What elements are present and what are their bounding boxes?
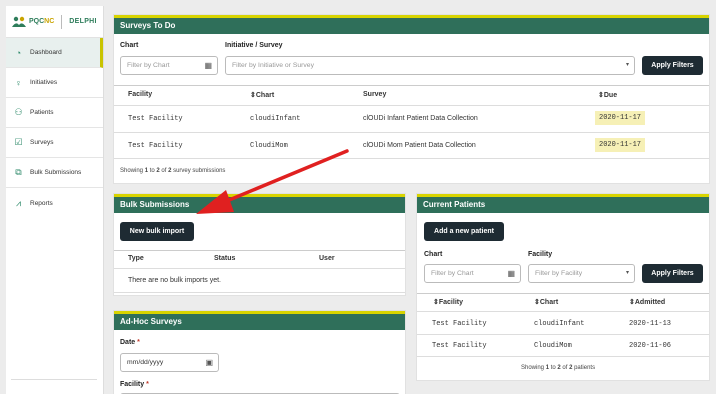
empty-state-text: There are no bulk imports yet. <box>128 277 221 284</box>
bulk-submissions-card: Bulk Submissions New bulk import Type St… <box>113 193 406 296</box>
sidebar-item-surveys[interactable]: ☑ Surveys <box>6 128 103 158</box>
logo-divider <box>61 14 63 29</box>
chevron-down-icon: ▾ <box>625 270 629 276</box>
header-divider <box>114 268 405 269</box>
table-cell: cloudiInfant <box>534 320 585 328</box>
gauge-icon: ◔ <box>15 47 22 58</box>
facility-label: Facility * <box>120 381 149 388</box>
new-bulk-import-button[interactable]: New bulk import <box>120 222 194 241</box>
survey-link[interactable]: clOUDi Infant Patient Data Collection <box>363 115 478 122</box>
contact-card-icon: ▦ <box>204 61 212 70</box>
table-top-border <box>417 293 709 294</box>
table-top-border <box>114 250 405 251</box>
current-patients-title: Current Patients <box>417 194 709 213</box>
initiative-filter-label: Initiative / Survey <box>225 42 283 49</box>
chart-filter-label: Chart <box>120 42 139 49</box>
sidebar-item-label: Bulk Submissions <box>30 169 82 176</box>
surveys-todo-title: Surveys To Do <box>114 15 709 34</box>
checkbox-icon: ☑ <box>14 137 23 147</box>
table-cell: cloudiInfant <box>250 115 301 123</box>
col-chart[interactable]: ⇕Chart <box>534 298 558 306</box>
sidebar-item-label: Initiatives <box>30 79 58 86</box>
stack-icon: ⧉ <box>15 167 22 177</box>
date-input[interactable]: mm/dd/yyyy ▣ <box>120 353 219 372</box>
sidebar: PQCNC DELPHI ◔ Dashboard ♀ Initiatives ⚇ Pa… <box>6 6 104 394</box>
brand-pqc: PQCNC <box>29 18 55 25</box>
col-survey[interactable]: Survey <box>363 91 386 98</box>
table-top-border <box>114 85 709 86</box>
initiative-filter-select[interactable]: Filter by Initiative or Survey ▾ <box>225 56 635 75</box>
table-cell: Test Facility <box>432 342 487 350</box>
chart-icon: ⩘ <box>15 197 22 208</box>
brand-delphi: DELPHI <box>69 18 97 25</box>
sidebar-item-label: Reports <box>30 199 53 207</box>
sidebar-item-label: Surveys <box>30 139 54 146</box>
table-cell: CloudiMom <box>250 142 288 150</box>
col-due[interactable]: ⇕Due <box>598 91 617 99</box>
patient-chart-input[interactable]: Filter by Chart ▦ <box>424 264 521 283</box>
row-divider <box>114 132 709 133</box>
table-cell: Test Facility <box>128 115 183 123</box>
row-divider <box>114 292 405 293</box>
table-cell: Test Facility <box>128 142 183 150</box>
sidebar-item-label: Dashboard <box>30 49 62 56</box>
header-divider <box>417 311 709 312</box>
table-cell: 2020-11-06 <box>629 342 672 350</box>
sidebar-item-patients[interactable]: ⚇ Patients <box>6 98 103 128</box>
logo-people-icon <box>12 16 26 27</box>
table-cell: 2020-11-13 <box>629 320 672 328</box>
patients-apply-filters-button[interactable]: Apply Filters <box>642 264 703 283</box>
adhoc-surveys-card: Ad-Hoc Surveys Date * mm/dd/yyyy ▣ Facil… <box>113 310 406 394</box>
patient-facility-select[interactable]: Filter by Facility ▾ <box>528 264 635 283</box>
sidebar-item-reports[interactable]: ⩘ Reports <box>6 188 103 218</box>
sidebar-item-initiatives[interactable]: ♀ Initiatives <box>6 68 103 98</box>
current-patients-card: Current Patients Add a new patient Chart… <box>416 193 710 381</box>
lightbulb-icon: ♀ <box>15 77 22 88</box>
survey-link[interactable]: clOUDi Mom Patient Data Collection <box>363 142 476 149</box>
due-badge: 2020-11-17 <box>595 111 646 125</box>
row-divider <box>114 158 709 159</box>
chart-filter-input[interactable]: Filter by Chart ▦ <box>120 56 218 75</box>
col-facility[interactable]: ⇕Facility <box>433 298 463 306</box>
patients-pagination-info: Showing 1 to 2 of 2 patients <box>521 365 596 371</box>
date-label: Date * <box>120 339 140 346</box>
surveys-todo-card: Surveys To Do Chart Filter by Chart ▦ In… <box>113 14 710 184</box>
col-user: User <box>319 255 335 262</box>
table-cell: CloudiMom <box>534 342 572 350</box>
bulk-submissions-title: Bulk Submissions <box>114 194 405 213</box>
people-icon: ⚇ <box>14 107 23 117</box>
col-chart[interactable]: ⇕Chart <box>250 91 274 99</box>
add-new-patient-button[interactable]: Add a new patient <box>424 222 504 241</box>
patient-chart-label: Chart <box>424 251 443 258</box>
col-admitted[interactable]: ⇕Admitted <box>629 298 665 306</box>
sidebar-divider <box>11 379 97 380</box>
surveys-pagination-info: Showing 1 to 2 of 2 survey submissions <box>120 168 226 174</box>
chevron-down-icon: ▾ <box>625 62 629 68</box>
sidebar-item-bulk-submissions[interactable]: ⧉ Bulk Submissions <box>6 158 103 188</box>
row-divider <box>417 334 709 335</box>
surveys-apply-filters-button[interactable]: Apply Filters <box>642 56 703 75</box>
header-divider <box>114 105 709 106</box>
adhoc-surveys-title: Ad-Hoc Surveys <box>114 311 405 330</box>
col-status: Status <box>214 255 236 262</box>
row-divider <box>417 356 709 357</box>
due-badge: 2020-11-17 <box>595 138 646 152</box>
sidebar-item-dashboard[interactable]: ◔ Dashboard <box>6 38 103 68</box>
col-facility[interactable]: Facility <box>128 91 152 98</box>
col-type: Type <box>128 255 144 262</box>
contact-card-icon: ▦ <box>507 269 515 278</box>
calendar-icon[interactable]: ▣ <box>205 354 213 371</box>
table-cell: Test Facility <box>432 320 487 328</box>
logo[interactable]: PQCNC DELPHI <box>6 6 103 38</box>
patient-facility-label: Facility <box>528 251 553 258</box>
sidebar-item-label: Patients <box>30 109 54 116</box>
